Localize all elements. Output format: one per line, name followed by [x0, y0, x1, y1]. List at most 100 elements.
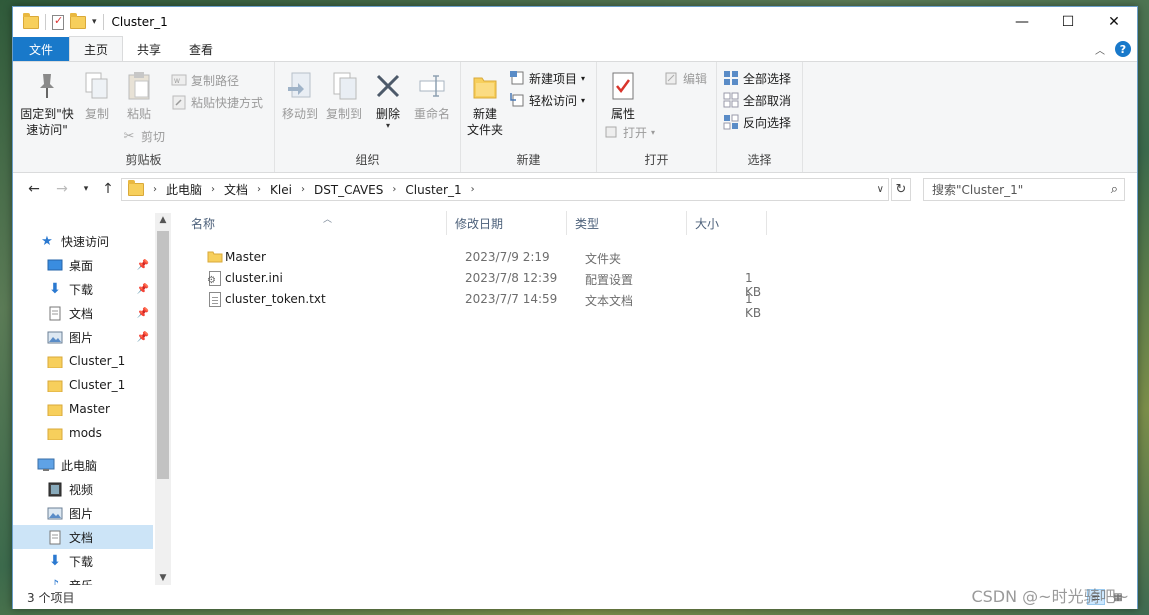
- file-list: 名称 ︿ 修改日期 类型 大小 Master 2023/7/9 2:19 文件夹…: [173, 203, 1137, 585]
- customize-toolbar-icon[interactable]: ▾: [92, 17, 97, 27]
- sidebar-item-quick-access[interactable]: ★ 快速访问: [13, 229, 153, 253]
- sidebar-item-pictures-pc[interactable]: 图片: [13, 501, 153, 525]
- scroll-thumb[interactable]: [157, 231, 169, 479]
- video-icon: [47, 482, 63, 496]
- copy-button[interactable]: 复制: [79, 70, 115, 122]
- quick-access-toolbar: ▾: [23, 12, 104, 30]
- back-arrow-icon[interactable]: ←: [23, 181, 45, 197]
- chevron-down-icon[interactable]: ∨: [877, 184, 884, 195]
- new-folder-button[interactable]: 新建 文件夹: [465, 70, 505, 138]
- properties-icon[interactable]: [52, 14, 64, 30]
- column-header-size[interactable]: 大小: [687, 211, 767, 235]
- sidebar-item-master[interactable]: Master: [13, 397, 153, 421]
- address-bar[interactable]: › 此电脑 › 文档 › Klei › DST_CAVES › Cluster_…: [121, 178, 889, 201]
- copy-path-icon: W: [171, 72, 187, 88]
- sidebar-item-mods[interactable]: mods: [13, 421, 153, 445]
- copy-path-button[interactable]: W 复制路径: [171, 70, 239, 90]
- sidebar-item-videos[interactable]: 视频: [13, 477, 153, 501]
- new-item-button[interactable]: 新建项目 ▾: [509, 68, 585, 88]
- paste-button[interactable]: 粘贴: [121, 70, 157, 122]
- copy-to-button[interactable]: 复制到: [323, 70, 365, 122]
- pin-quick-access-button[interactable]: 固定到"快 速访问": [19, 70, 75, 138]
- move-to-button[interactable]: 移动到: [279, 70, 321, 122]
- sidebar-item-this-pc[interactable]: 此电脑: [13, 453, 153, 477]
- breadcrumb-this-pc[interactable]: 此电脑: [166, 181, 202, 198]
- easy-access-button[interactable]: 轻松访问 ▾: [509, 90, 585, 110]
- navigation-bar: ← → ▾ ↑ › 此电脑 › 文档 › Klei › DST_CAVES › …: [13, 175, 1137, 203]
- breadcrumb-klei[interactable]: Klei: [270, 183, 292, 197]
- file-name: Master: [225, 250, 266, 264]
- up-arrow-icon[interactable]: ↑: [97, 181, 119, 197]
- forward-arrow-icon[interactable]: →: [51, 181, 73, 197]
- table-row[interactable]: cluster.ini 2023/7/8 12:39 配置设置 1 KB: [185, 268, 765, 299]
- pin-icon[interactable]: 📌: [137, 332, 149, 343]
- column-header-date[interactable]: 修改日期: [447, 211, 567, 235]
- copy-icon: [81, 70, 113, 102]
- breadcrumb-cluster[interactable]: Cluster_1: [405, 183, 461, 197]
- sidebar-item-pictures[interactable]: 图片 📌: [13, 325, 153, 349]
- refresh-button[interactable]: ↻: [891, 178, 911, 201]
- rename-icon: [416, 70, 448, 102]
- pin-icon[interactable]: 📌: [137, 308, 149, 319]
- select-none-button[interactable]: 全部取消: [723, 90, 791, 110]
- open-button[interactable]: 打开 ▾: [603, 122, 655, 142]
- breadcrumb-documents[interactable]: 文档: [224, 181, 248, 198]
- sidebar-item-documents-pc[interactable]: 文档: [13, 525, 153, 549]
- computer-icon: [37, 458, 55, 472]
- picture-icon: [47, 330, 63, 344]
- file-type: 文件夹: [585, 252, 622, 266]
- sidebar-item-downloads-pc[interactable]: ⬇ 下载: [13, 549, 153, 573]
- sidebar-item-documents[interactable]: 文档 📌: [13, 301, 153, 325]
- select-all-icon: [723, 70, 739, 86]
- sidebar-scrollbar[interactable]: ▲ ▼: [155, 213, 171, 585]
- minimize-button[interactable]: —: [999, 7, 1045, 37]
- rename-button[interactable]: 重命名: [411, 70, 453, 122]
- search-input[interactable]: 搜索"Cluster_1" ⌕: [923, 178, 1125, 201]
- paste-shortcut-button[interactable]: 粘贴快捷方式: [171, 92, 263, 112]
- file-type: 文本文档: [585, 294, 634, 308]
- sidebar-item-cluster-1-b[interactable]: Cluster_1: [13, 373, 153, 397]
- maximize-button[interactable]: ☐: [1045, 7, 1091, 37]
- new-folder-icon: [469, 70, 501, 102]
- column-header-type[interactable]: 类型: [567, 211, 687, 235]
- properties-button[interactable]: 属性: [603, 70, 643, 122]
- new-item-icon: [509, 70, 525, 86]
- recent-locations-icon[interactable]: ▾: [75, 184, 97, 194]
- select-all-button[interactable]: 全部选择: [723, 68, 791, 88]
- help-icon[interactable]: ?: [1115, 41, 1131, 57]
- sidebar-item-music[interactable]: ♪ 音乐: [13, 573, 153, 586]
- text-file-icon: [209, 292, 221, 310]
- table-row[interactable]: cluster_token.txt 2023/7/7 14:59 文本文档 1 …: [185, 289, 765, 320]
- tab-file[interactable]: 文件: [13, 37, 70, 61]
- invert-selection-button[interactable]: 反向选择: [723, 112, 791, 132]
- chevron-down-icon: ▾: [651, 127, 656, 137]
- file-date: 2023/7/8 12:39: [465, 271, 558, 285]
- column-header-name[interactable]: 名称 ︿: [183, 211, 447, 235]
- delete-button[interactable]: 删除 ▾: [371, 70, 405, 130]
- star-icon: ★: [41, 233, 53, 249]
- chevron-down-icon: ▾: [581, 73, 586, 83]
- close-button[interactable]: ✕: [1091, 7, 1137, 37]
- sidebar-item-cluster-1[interactable]: Cluster_1: [13, 349, 153, 373]
- tab-home[interactable]: 主页: [69, 36, 124, 61]
- picture-icon: [47, 506, 63, 520]
- edit-button[interactable]: 编辑: [663, 68, 707, 88]
- pin-icon[interactable]: 📌: [137, 284, 149, 295]
- sidebar-item-downloads[interactable]: ⬇ 下载 📌: [13, 277, 153, 301]
- tab-view[interactable]: 查看: [175, 37, 227, 61]
- new-folder-icon[interactable]: [70, 12, 86, 29]
- breadcrumb-dst-caves[interactable]: DST_CAVES: [314, 183, 383, 197]
- ribbon: 固定到"快 速访问" 复制 粘贴 W 复制路径 粘贴快捷方式 ✂ 剪切 剪贴板 …: [13, 61, 1137, 173]
- properties-icon: [607, 70, 639, 102]
- pin-icon[interactable]: 📌: [137, 260, 149, 271]
- cut-button[interactable]: ✂ 剪切: [121, 126, 165, 146]
- chevron-up-icon[interactable]: ︿: [1095, 42, 1105, 57]
- table-row[interactable]: Master 2023/7/9 2:19 文件夹: [185, 247, 765, 268]
- tab-share[interactable]: 共享: [123, 37, 175, 61]
- open-icon: [603, 124, 619, 140]
- sidebar-item-desktop[interactable]: 桌面 📌: [13, 253, 153, 277]
- refresh-icon: ↻: [895, 182, 907, 197]
- scroll-up-icon[interactable]: ▲: [155, 215, 171, 225]
- clipboard-group: 固定到"快 速访问" 复制 粘贴 W 复制路径 粘贴快捷方式 ✂ 剪切 剪贴板: [13, 62, 275, 172]
- scroll-down-icon[interactable]: ▼: [155, 573, 171, 583]
